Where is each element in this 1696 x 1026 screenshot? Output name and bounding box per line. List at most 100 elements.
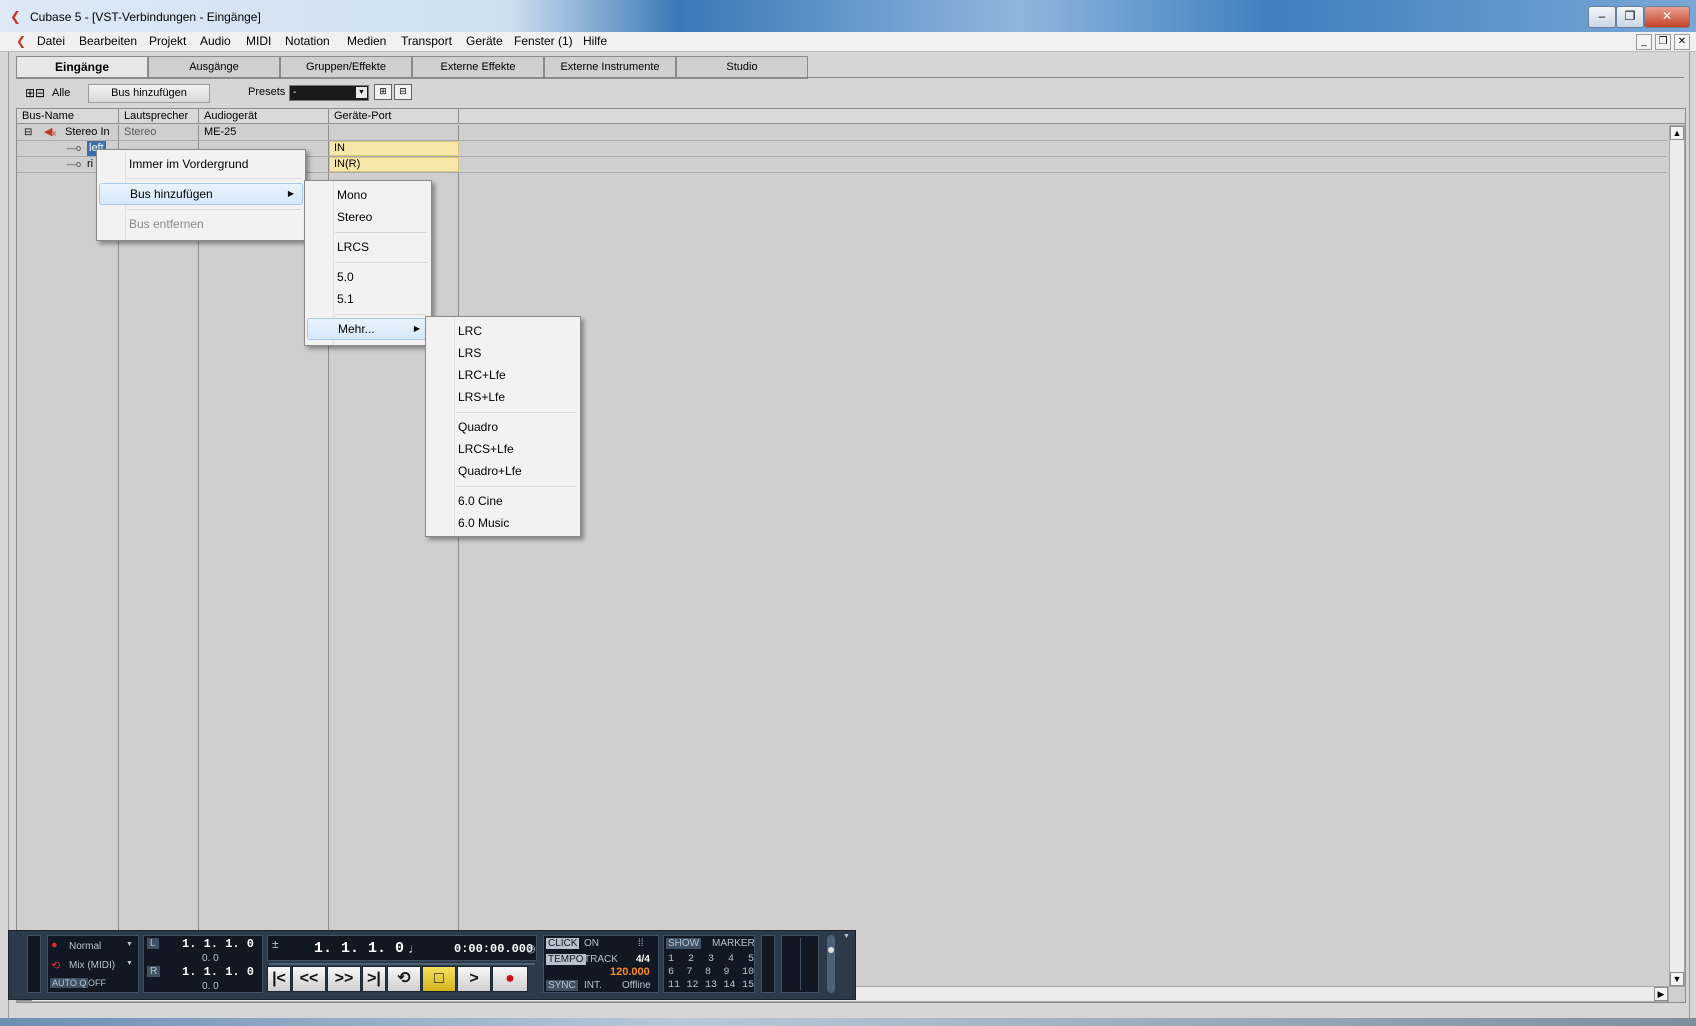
marker-button[interactable]: 13 bbox=[705, 980, 717, 992]
chevron-down-icon[interactable]: ▼ bbox=[356, 87, 367, 98]
tab-ausgaenge[interactable]: Ausgänge bbox=[148, 56, 280, 79]
click-settings-icon[interactable]: ⁞⁞ bbox=[638, 938, 644, 949]
channel-name-right[interactable]: ri bbox=[87, 157, 93, 172]
mdi-restore-button[interactable]: ❐ bbox=[1655, 34, 1671, 50]
menu-item-lrs-lfe[interactable]: LRS+Lfe bbox=[428, 386, 578, 408]
marker-button[interactable]: 9 bbox=[723, 967, 729, 979]
scroll-right-icon[interactable]: ▶ bbox=[1654, 987, 1668, 1001]
play-button[interactable]: > bbox=[457, 966, 491, 992]
tempo-value[interactable]: 120.000 bbox=[610, 966, 650, 978]
channel-port-right[interactable]: IN(R) bbox=[329, 157, 459, 172]
menu-item-mono[interactable]: Mono bbox=[307, 184, 429, 206]
right-locator[interactable]: 1. 1. 1. 0 bbox=[182, 965, 254, 979]
mdi-minimize-button[interactable]: _ bbox=[1636, 34, 1652, 50]
go-to-start-button[interactable]: |< bbox=[267, 966, 291, 992]
menu-item-always-on-top[interactable]: Immer im Vordergrund bbox=[99, 153, 303, 175]
remove-preset-icon[interactable]: ⊟ bbox=[394, 84, 412, 100]
left-locator-icon[interactable]: L bbox=[147, 938, 159, 949]
expand-all-label[interactable]: Alle bbox=[52, 87, 70, 99]
scroll-down-icon[interactable]: ▼ bbox=[1670, 972, 1684, 986]
marker-button[interactable]: 10 bbox=[742, 967, 754, 979]
marker-button[interactable]: 2 bbox=[688, 954, 694, 966]
marker-button[interactable]: 4 bbox=[728, 954, 734, 966]
expand-all-icon[interactable]: ⊞⊟ bbox=[25, 86, 45, 100]
click-button[interactable]: CLICK bbox=[546, 938, 580, 949]
marker-button[interactable]: 12 bbox=[686, 980, 698, 992]
menu-audio[interactable]: Audio bbox=[200, 34, 231, 48]
window-restore-button[interactable]: ❐ bbox=[1616, 6, 1644, 28]
vertical-scrollbar[interactable]: ▲ ▼ bbox=[1669, 125, 1685, 987]
position-slider[interactable] bbox=[269, 963, 535, 965]
chevron-down-icon[interactable]: ▼ bbox=[126, 941, 133, 948]
secondary-time[interactable]: 0:00:00.000 bbox=[454, 942, 533, 956]
add-bus-button[interactable]: Bus hinzufügen bbox=[88, 84, 210, 103]
cycle-button[interactable]: ⟲ bbox=[387, 966, 421, 992]
go-to-end-button[interactable]: >| bbox=[362, 966, 386, 992]
menu-datei[interactable]: Datei bbox=[37, 34, 65, 48]
level-fader[interactable] bbox=[827, 935, 835, 993]
menu-item-lrcs-lfe[interactable]: LRCS+Lfe bbox=[428, 438, 578, 460]
column-speaker[interactable]: Lautsprecher bbox=[119, 109, 199, 124]
table-row[interactable]: ⊟ ◀ₓ Stereo In Stereo ME-25 bbox=[17, 125, 1667, 141]
mdi-close-button[interactable]: ✕ bbox=[1674, 34, 1690, 50]
window-close-button[interactable]: ✕ bbox=[1644, 6, 1690, 28]
menu-geraete[interactable]: Geräte bbox=[466, 34, 503, 48]
menu-item-quadro[interactable]: Quadro bbox=[428, 416, 578, 438]
menu-midi[interactable]: MIDI bbox=[246, 34, 271, 48]
menu-bearbeiten[interactable]: Bearbeiten bbox=[79, 34, 137, 48]
menu-item-lrs[interactable]: LRS bbox=[428, 342, 578, 364]
tab-externe-instrumente[interactable]: Externe Instrumente bbox=[544, 56, 676, 79]
menu-item-lrc-lfe[interactable]: LRC+Lfe bbox=[428, 364, 578, 386]
cycle-mode[interactable]: Mix (MIDI) bbox=[69, 960, 115, 971]
chevron-down-icon[interactable]: ▼ bbox=[126, 960, 133, 967]
collapse-icon[interactable]: ⊟ bbox=[24, 125, 32, 140]
tab-gruppen-effekte[interactable]: Gruppen/Effekte bbox=[280, 56, 412, 79]
column-bus-name[interactable]: Bus-Name bbox=[17, 109, 119, 124]
channel-port-left[interactable]: IN bbox=[329, 141, 459, 156]
menu-projekt[interactable]: Projekt bbox=[149, 34, 186, 48]
column-device-port[interactable]: Geräte-Port bbox=[329, 109, 459, 124]
menu-hilfe[interactable]: Hilfe bbox=[583, 34, 607, 48]
record-button[interactable]: ● bbox=[492, 966, 528, 992]
time-signature[interactable]: 4/4 bbox=[636, 954, 650, 965]
sync-button[interactable]: SYNC bbox=[546, 980, 578, 991]
tab-studio[interactable]: Studio bbox=[676, 56, 808, 79]
menu-transport[interactable]: Transport bbox=[401, 34, 452, 48]
marker-button[interactable]: 3 bbox=[708, 954, 714, 966]
stop-button[interactable]: □ bbox=[422, 966, 456, 992]
tempo-button[interactable]: TEMPO bbox=[546, 954, 586, 965]
menu-item-lrc[interactable]: LRC bbox=[428, 320, 578, 342]
menu-item-6-0-cine[interactable]: 6.0 Cine bbox=[428, 490, 578, 512]
auto-quantize-button[interactable]: AUTO Q bbox=[50, 978, 89, 988]
marker-button[interactable]: 8 bbox=[705, 967, 711, 979]
forward-button[interactable]: >> bbox=[327, 966, 361, 992]
presets-dropdown[interactable]: - ▼ bbox=[289, 85, 369, 101]
menu-item-lrcs[interactable]: LRCS bbox=[307, 236, 429, 258]
record-mode[interactable]: Normal bbox=[69, 941, 101, 952]
tab-eingaenge[interactable]: Eingänge bbox=[16, 56, 148, 79]
marker-button[interactable]: 5 bbox=[748, 954, 754, 966]
chevron-down-icon[interactable]: ▼ bbox=[843, 933, 850, 940]
menu-fenster[interactable]: Fenster (1) bbox=[514, 34, 573, 48]
menu-medien[interactable]: Medien bbox=[347, 34, 386, 48]
menu-item-stereo[interactable]: Stereo bbox=[307, 206, 429, 228]
right-locator-icon[interactable]: R bbox=[147, 966, 161, 977]
rewind-button[interactable]: << bbox=[292, 966, 326, 992]
menu-item-5-1[interactable]: 5.1 bbox=[307, 288, 429, 310]
save-preset-icon[interactable]: ⊞ bbox=[374, 84, 392, 100]
scroll-up-icon[interactable]: ▲ bbox=[1670, 126, 1684, 140]
marker-button[interactable]: 11 bbox=[668, 980, 680, 992]
cubase-menu-icon[interactable]: ❮ bbox=[16, 34, 26, 48]
primary-position[interactable]: 1. 1. 1. 0 bbox=[314, 940, 404, 957]
fader-knob[interactable] bbox=[828, 947, 834, 953]
menu-item-6-0-music[interactable]: 6.0 Music bbox=[428, 512, 578, 534]
marker-button[interactable]: 14 bbox=[723, 980, 735, 992]
tab-externe-effekte[interactable]: Externe Effekte bbox=[412, 56, 544, 79]
column-audio-device[interactable]: Audiogerät bbox=[199, 109, 329, 124]
bus-device[interactable]: ME-25 bbox=[204, 125, 236, 140]
marker-button[interactable]: 7 bbox=[686, 967, 692, 979]
marker-button[interactable]: 1 bbox=[668, 954, 674, 966]
marker-button[interactable]: 6 bbox=[668, 967, 674, 979]
window-minimize-button[interactable]: – bbox=[1588, 6, 1616, 28]
menu-item-add-bus[interactable]: Bus hinzufügen ▶ bbox=[99, 183, 303, 205]
